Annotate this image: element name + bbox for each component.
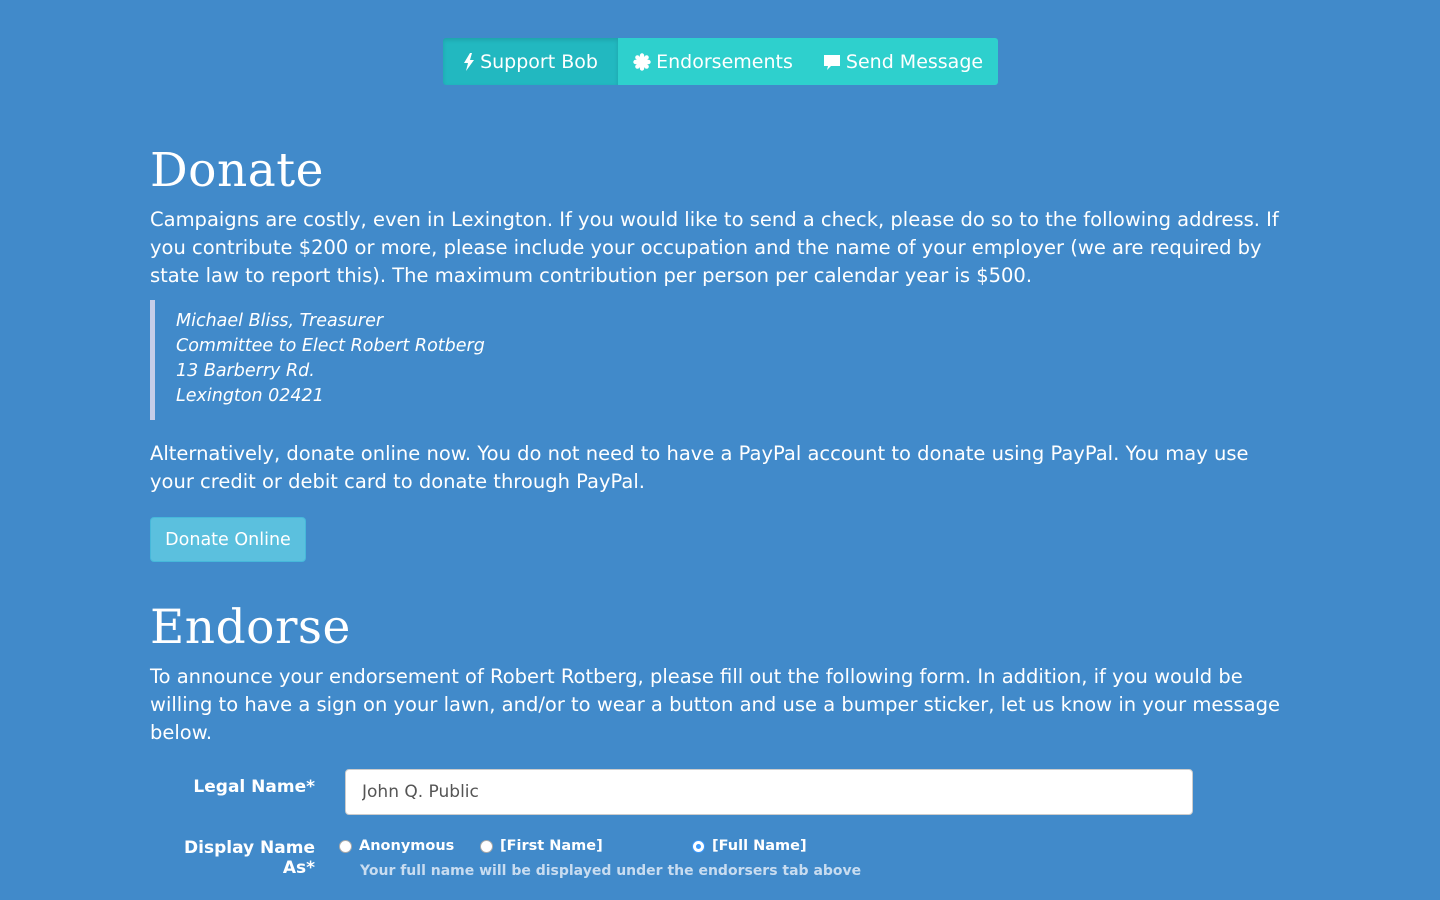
tab-label: Support Bob [480, 50, 598, 73]
address-line: Committee to Elect Robert Rotberg [176, 336, 485, 356]
certificate-icon [633, 52, 651, 71]
donate-online-text: Alternatively, donate online now. You do… [150, 442, 1249, 493]
legal-name-label: Legal Name* [193, 777, 315, 797]
tab-support-bob[interactable]: Support Bob [443, 38, 618, 85]
tab-endorsements[interactable]: Endorsements [618, 38, 808, 85]
radio-anonymous[interactable]: Anonymous [339, 838, 454, 854]
address-line: Lexington 02421 [176, 386, 324, 406]
tab-label: Send Message [845, 50, 984, 73]
radio-full-name[interactable]: [Full Name] [692, 838, 807, 854]
radio-button-selected[interactable] [692, 839, 705, 853]
tab-label: Endorsements [656, 50, 793, 73]
donate-heading: Donate [150, 143, 324, 198]
radio-button[interactable] [339, 839, 352, 853]
radio-label: [First Name] [500, 838, 603, 854]
address-line: Michael Bliss, Treasurer [176, 311, 384, 331]
mailing-address: Michael Bliss, Treasurer Committee to El… [150, 300, 485, 420]
donate-online-button[interactable]: Donate Online [150, 517, 306, 562]
endorse-heading: Endorse [150, 600, 351, 655]
top-nav: Support Bob Endorsements Send Message [443, 38, 998, 85]
donate-intro: Campaigns are costly, even in Lexington.… [150, 208, 1279, 287]
radio-label: Anonymous [359, 838, 455, 854]
display-name-label: Display Name As* [184, 838, 315, 878]
endorse-intro: To announce your endorsement of Robert R… [150, 665, 1280, 744]
radio-first-name[interactable]: [First Name] [480, 838, 603, 854]
bolt-icon [463, 52, 475, 71]
radio-button[interactable] [480, 839, 493, 853]
tab-send-message[interactable]: Send Message [808, 38, 998, 85]
address-line: 13 Barberry Rd. [176, 361, 315, 381]
comment-icon [823, 53, 841, 71]
radio-label: [Full Name] [712, 838, 807, 854]
display-name-help: Your full name will be displayed under t… [360, 863, 862, 879]
legal-name-input[interactable] [345, 769, 1193, 815]
